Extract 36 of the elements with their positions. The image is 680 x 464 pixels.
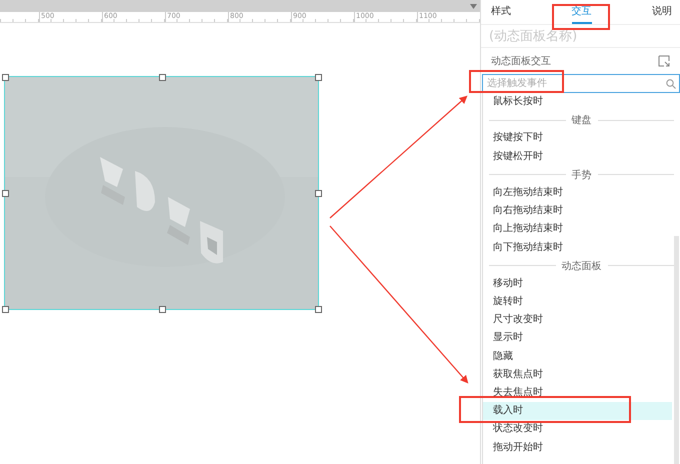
panel-tab[interactable]: 样式 [491, 0, 511, 24]
event-item[interactable]: 按键按下时 [483, 129, 672, 148]
resize-handle[interactable] [158, 74, 166, 81]
event-item[interactable]: 向右拖动结束时 [483, 202, 672, 220]
caret-icon[interactable] [470, 4, 477, 8]
resize-handle[interactable] [2, 190, 9, 197]
event-item[interactable]: 隐藏 [483, 348, 672, 366]
resize-handle[interactable] [315, 190, 322, 197]
resize-handle[interactable] [158, 306, 166, 313]
resize-handle[interactable] [2, 74, 9, 81]
resize-handle[interactable] [315, 74, 322, 81]
search-icon [666, 78, 676, 88]
event-search-field[interactable]: 选择触发事件 [482, 74, 680, 93]
resize-handle[interactable] [2, 306, 9, 313]
panel-tab[interactable]: 说明 [652, 0, 672, 24]
event-item[interactable]: 拖动开始时 [483, 438, 672, 457]
event-item[interactable]: 向左拖动结束时 [483, 184, 672, 202]
group-label: 键盘 [572, 114, 592, 128]
event-item[interactable]: 按键松开时 [483, 148, 672, 166]
expand-icon[interactable] [658, 55, 670, 67]
event-item[interactable]: 向上拖动结束时 [483, 220, 672, 238]
event-item[interactable]: 获取焦点时 [483, 366, 672, 384]
section-label: 动态面板交互 [491, 54, 551, 68]
event-item[interactable]: 载入时 [483, 402, 672, 420]
group-label: 动态面板 [562, 260, 602, 273]
annotation-frame [552, 4, 610, 30]
event-item[interactable]: 状态改变时 [483, 420, 672, 439]
resize-handle[interactable] [315, 306, 322, 313]
event-item[interactable]: 移动时 [483, 274, 672, 294]
group-label: 手势 [572, 168, 592, 182]
event-item[interactable]: 鼠标长按时 [483, 93, 672, 112]
event-item[interactable]: 显示时 [483, 329, 672, 348]
event-item[interactable]: 向下拖动结束时 [483, 238, 672, 257]
scrollbar[interactable] [674, 236, 679, 464]
event-item[interactable]: 尺寸改变时 [483, 311, 672, 330]
event-item[interactable]: 旋转时 [483, 293, 672, 312]
